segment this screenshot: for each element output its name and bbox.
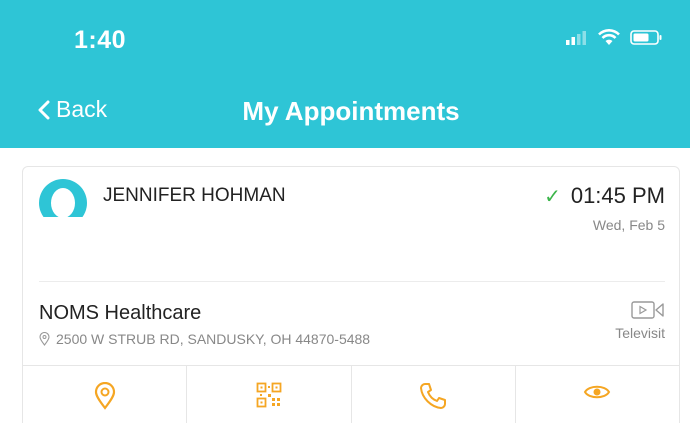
visit-type: Televisit (615, 300, 665, 341)
phone-icon (420, 383, 447, 409)
address-text: 2500 W STRUB RD, SANDUSKY, OH 44870-5488 (56, 331, 371, 347)
call-button[interactable] (352, 366, 516, 423)
action-bar (23, 365, 679, 423)
wifi-icon (598, 29, 620, 45)
location-pin-icon (39, 332, 50, 346)
avatar-icon (39, 179, 87, 227)
facility-name: NOMS Healthcare (39, 302, 202, 324)
status-bar-icons (566, 29, 662, 46)
status-bar-time: 1:40 (74, 26, 127, 54)
eye-icon (584, 385, 611, 399)
directions-button[interactable] (23, 366, 188, 423)
visit-type-label: Televisit (615, 325, 665, 341)
facility-address: 2500 W STRUB RD, SANDUSKY, OH 44870-5488 (39, 331, 370, 347)
divider (39, 281, 665, 282)
qr-code-icon (256, 382, 282, 408)
view-details-button[interactable] (516, 366, 679, 423)
patient-name: JENNIFER HOHMAN (103, 185, 286, 206)
battery-icon (630, 30, 662, 45)
signal-icon (566, 30, 586, 45)
app-header: 1:40 Back My Appointments (0, 0, 690, 148)
appointment-time-group: ✓ 01:45 PM (544, 183, 665, 209)
video-camera-icon (631, 301, 664, 319)
checkmark-icon: ✓ (544, 185, 561, 208)
appointment-time: 01:45 PM (570, 183, 665, 208)
location-icon (94, 382, 115, 410)
qr-code-button[interactable] (187, 366, 352, 423)
appointment-card[interactable]: JENNIFER HOHMAN ✓ 01:45 PM Wed, Feb 5 NO… (22, 166, 680, 423)
appointment-date: Wed, Feb 5 (592, 217, 665, 233)
page-title: My Appointments (242, 96, 460, 126)
